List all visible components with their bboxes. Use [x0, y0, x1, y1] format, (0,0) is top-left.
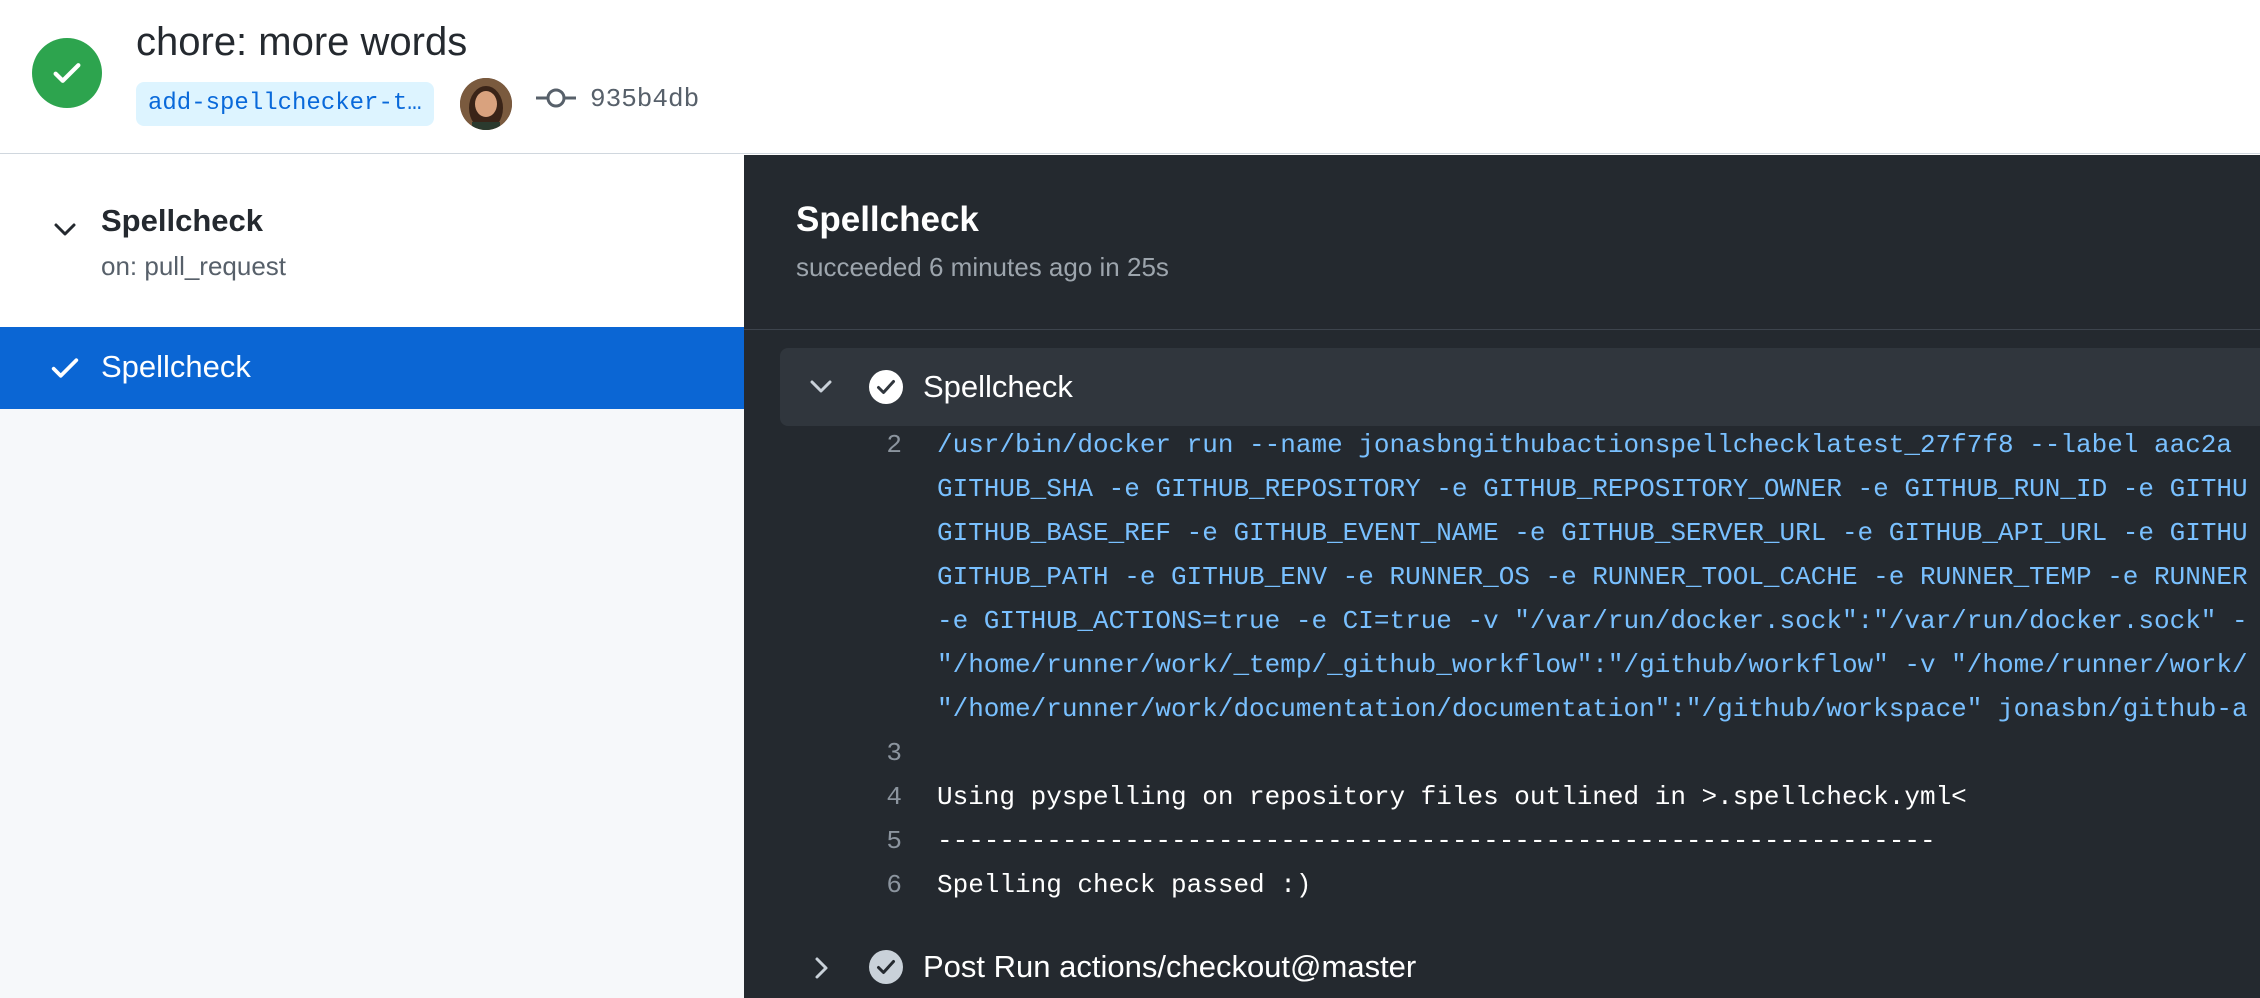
log-line: GITHUB_PATH -e GITHUB_ENV -e RUNNER_OS -… — [744, 555, 2260, 599]
log-line-text: ----------------------------------------… — [937, 826, 1936, 856]
log-line-number[interactable]: 5 — [744, 819, 902, 863]
step-name: Post Run actions/checkout@master — [923, 949, 1417, 984]
check-circle-icon — [868, 949, 904, 985]
job-log-panel: Spellcheck succeeded 6 minutes ago in 25… — [744, 155, 2260, 998]
check-circle-icon — [868, 369, 904, 405]
log-line: GITHUB_BASE_REF -e GITHUB_EVENT_NAME -e … — [744, 511, 2260, 555]
log-line: 5 ---------------------------------------… — [744, 819, 2260, 863]
log-line-text: GITHUB_PATH -e GITHUB_ENV -e RUNNER_OS -… — [937, 562, 2248, 592]
status-success-icon — [32, 38, 102, 108]
workflow-group[interactable]: Spellcheck on: pull_request — [0, 155, 744, 327]
log-line-text: GITHUB_SHA -e GITHUB_REPOSITORY -e GITHU… — [937, 474, 2248, 504]
step-header-spellcheck[interactable]: Spellcheck — [780, 348, 2260, 426]
check-icon — [48, 351, 82, 385]
branch-label[interactable]: add-spellchecker-t… — [136, 82, 434, 126]
git-commit-icon — [536, 86, 576, 110]
job-status-text: succeeded 6 minutes ago in 25s — [796, 252, 1169, 282]
log-line: 3 — [744, 731, 2260, 775]
log-line: -e GITHUB_ACTIONS=true -e CI=true -v "/v… — [744, 599, 2260, 643]
run-header: chore: more words add-spellchecker-t… 93… — [0, 0, 2260, 154]
log-line: GITHUB_SHA -e GITHUB_REPOSITORY -e GITHU… — [744, 467, 2260, 511]
log-line-number[interactable]: 3 — [744, 731, 902, 775]
step-header-post-run-checkout[interactable]: Post Run actions/checkout@master — [780, 935, 2260, 998]
log-line-text: /usr/bin/docker run --name jonasbngithub… — [937, 430, 2233, 460]
log-line: 4 Using pyspelling on repository files ou… — [744, 775, 2260, 819]
commit-sha-link[interactable]: 935b4db — [590, 84, 699, 114]
sidebar-item-spellcheck-job[interactable]: Spellcheck — [0, 327, 744, 409]
step-name: Spellcheck — [923, 369, 1073, 404]
job-header: Spellcheck succeeded 6 minutes ago in 25… — [744, 155, 2260, 330]
log-line-text: -e GITHUB_ACTIONS=true -e CI=true -v "/v… — [937, 606, 2248, 636]
log-line-number[interactable]: 6 — [744, 863, 902, 907]
workflow-trigger: on: pull_request — [101, 251, 287, 281]
log-line-number[interactable]: 2 — [744, 423, 902, 467]
log-line-text: "/home/runner/work/documentation/documen… — [937, 694, 2248, 724]
chevron-right-icon[interactable] — [806, 953, 836, 983]
log-line: 6 Spelling check passed :) — [744, 863, 2260, 907]
job-title: Spellcheck — [796, 200, 979, 239]
sidebar-item-label: Spellcheck — [101, 349, 251, 384]
log-line-text: "/home/runner/work/_temp/_github_workflo… — [937, 650, 2248, 680]
workflow-name: Spellcheck — [101, 203, 263, 238]
run-title: chore: more words — [136, 20, 468, 64]
workflow-sidebar: Spellcheck on: pull_request Spellcheck — [0, 155, 744, 998]
log-line-text: Using pyspelling on repository files out… — [937, 782, 1967, 812]
log-line: 2/usr/bin/docker run --name jonasbngithu… — [744, 423, 2260, 467]
author-avatar[interactable] — [460, 78, 512, 130]
log-line: "/home/runner/work/documentation/documen… — [744, 687, 2260, 731]
log-line-text: GITHUB_BASE_REF -e GITHUB_EVENT_NAME -e … — [937, 518, 2248, 548]
log-line-number[interactable]: 4 — [744, 775, 902, 819]
log-line: "/home/runner/work/_temp/_github_workflo… — [744, 643, 2260, 687]
chevron-down-icon[interactable] — [50, 215, 80, 245]
log-line-text: Spelling check passed :) — [937, 870, 1312, 900]
chevron-down-icon[interactable] — [806, 372, 836, 402]
